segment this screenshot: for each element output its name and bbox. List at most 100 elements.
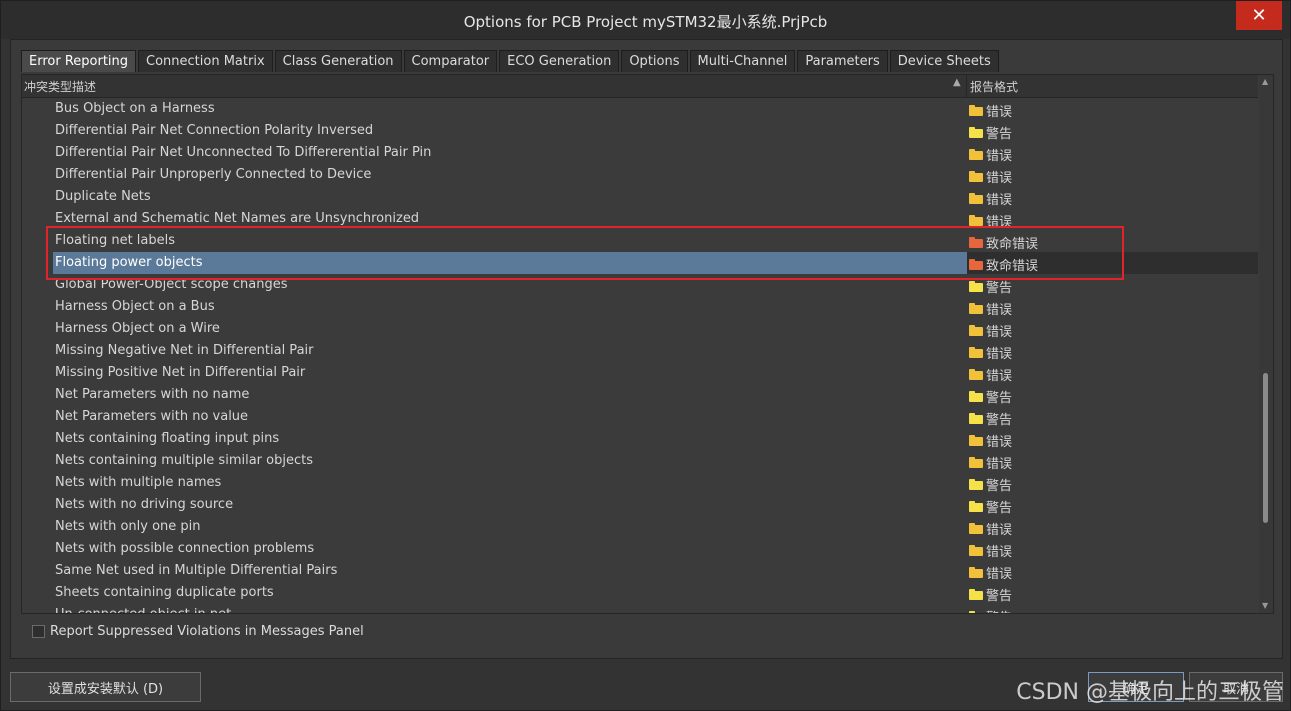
report-mode-label: 错误	[986, 325, 1013, 340]
violation-type-name: Harness Object on a Bus	[55, 299, 215, 314]
report-mode-cell[interactable]: 警告	[969, 585, 1012, 604]
table-row[interactable]: Net Parameters with no value 警告	[22, 406, 1258, 428]
report-mode-cell[interactable]: 错误	[969, 299, 1012, 318]
report-mode-cell[interactable]: 错误	[969, 431, 1012, 450]
table-row[interactable]: Harness Object on a Wire 错误	[22, 318, 1258, 340]
folder-icon	[969, 545, 983, 556]
scrollbar-thumb[interactable]	[1263, 373, 1268, 523]
table-row[interactable]: Net Parameters with no name 警告	[22, 384, 1258, 406]
close-button[interactable]: ✕	[1236, 1, 1282, 30]
report-mode-cell[interactable]: 错误	[969, 519, 1012, 538]
table-row[interactable]: Sheets containing duplicate ports 警告	[22, 582, 1258, 604]
report-mode-cell[interactable]: 警告	[969, 607, 1012, 613]
violation-type-name: External and Schematic Net Names are Uns…	[55, 211, 420, 226]
table-row[interactable]: Global Power-Object scope changes 警告	[22, 274, 1258, 296]
violation-type-name: Missing Negative Net in Differential Pai…	[55, 343, 314, 358]
report-mode-cell[interactable]: 错误	[969, 321, 1012, 340]
scroll-down-icon[interactable]: ▼	[1262, 601, 1268, 610]
table-row[interactable]: Same Net used in Multiple Differential P…	[22, 560, 1258, 582]
folder-icon	[969, 369, 983, 380]
folder-icon	[969, 237, 983, 248]
tab-multi-channel[interactable]: Multi-Channel	[689, 50, 796, 72]
report-mode-cell[interactable]: 错误	[969, 145, 1012, 164]
table-row[interactable]: Nets containing floating input pins 错误	[22, 428, 1258, 450]
report-suppressed-option[interactable]: Report Suppressed Violations in Messages…	[32, 624, 364, 639]
table-row[interactable]: Floating net labels 致命错误	[22, 230, 1258, 252]
report-suppressed-checkbox[interactable]	[32, 625, 45, 638]
tab-connection-matrix[interactable]: Connection Matrix	[138, 50, 273, 72]
grid-rows: Bus Object on a Harness 错误 Differential Pa…	[22, 98, 1258, 613]
report-mode-label: 警告	[986, 127, 1013, 142]
tab-error-reporting[interactable]: Error Reporting	[21, 50, 137, 72]
table-row[interactable]: Nets with possible connection problems 错误	[22, 538, 1258, 560]
report-mode-cell[interactable]: 错误	[969, 541, 1012, 560]
violation-type-name: Same Net used in Multiple Differential P…	[55, 563, 338, 578]
column-header-description[interactable]: 冲突类型描述	[24, 78, 96, 95]
report-mode-label: 警告	[986, 589, 1013, 604]
tab-panel: Error Reporting Connection Matrix Class Ge…	[10, 39, 1283, 659]
report-mode-label: 警告	[986, 391, 1013, 406]
report-mode-label: 警告	[986, 413, 1013, 428]
violation-type-name: Nets with multiple names	[55, 475, 222, 490]
table-row[interactable]: Floating power objects 致命错误	[22, 252, 1258, 274]
column-header-report-mode[interactable]: 报告格式	[970, 78, 1018, 95]
title-bar: Options for PCB Project mySTM32最小系统.PrjP…	[1, 1, 1290, 39]
table-row[interactable]: External and Schematic Net Names are Uns…	[22, 208, 1258, 230]
folder-icon	[969, 105, 983, 116]
vertical-scrollbar[interactable]: ▲ ▼	[1259, 75, 1273, 613]
report-mode-cell[interactable]: 错误	[969, 101, 1012, 120]
report-mode-cell[interactable]: 警告	[969, 277, 1012, 296]
table-row[interactable]: Differential Pair Net Connection Polarit…	[22, 120, 1258, 142]
report-mode-cell[interactable]: 错误	[969, 563, 1012, 582]
folder-icon	[969, 347, 983, 358]
report-mode-cell[interactable]: 错误	[969, 343, 1012, 362]
tab-comparator[interactable]: Comparator	[403, 50, 498, 72]
violation-type-name: Nets with possible connection problems	[55, 541, 315, 556]
violation-type-name: Duplicate Nets	[55, 189, 151, 204]
report-mode-cell[interactable]: 致命错误	[969, 255, 1038, 274]
folder-icon	[969, 413, 983, 424]
report-mode-cell[interactable]: 警告	[969, 387, 1012, 406]
table-row[interactable]: Bus Object on a Harness 错误	[22, 98, 1258, 120]
report-mode-cell[interactable]: 错误	[969, 453, 1012, 472]
report-mode-cell[interactable]: 警告	[969, 123, 1012, 142]
error-reporting-grid: 冲突类型描述 ▲ 报告格式 Bus Object on a Harness 错误 D…	[21, 74, 1274, 614]
report-mode-cell[interactable]: 错误	[969, 167, 1012, 186]
tab-device-sheets[interactable]: Device Sheets	[889, 50, 999, 72]
table-row[interactable]: Differential Pair Net Unconnected To Dif…	[22, 142, 1258, 164]
report-mode-label: 警告	[986, 607, 1012, 613]
tab-options[interactable]: Options	[621, 50, 688, 72]
tab-parameters[interactable]: Parameters	[797, 50, 888, 72]
scroll-up-icon[interactable]: ▲	[1262, 77, 1268, 86]
report-mode-cell[interactable]: 错误	[969, 189, 1012, 208]
report-mode-cell[interactable]: 警告	[969, 475, 1012, 494]
column-divider[interactable]	[966, 75, 967, 97]
table-row[interactable]: Missing Negative Net in Differential Pai…	[22, 340, 1258, 362]
table-row[interactable]: Differential Pair Unproperly Connected t…	[22, 164, 1258, 186]
report-mode-cell[interactable]: 致命错误	[969, 233, 1038, 252]
report-mode-cell[interactable]: 错误	[969, 365, 1012, 384]
folder-icon	[969, 303, 983, 314]
table-row[interactable]: Un-connected object in net 警告	[22, 604, 1258, 613]
table-row[interactable]: Missing Positive Net in Differential Pai…	[22, 362, 1258, 384]
table-row[interactable]: Harness Object on a Bus 错误	[22, 296, 1258, 318]
violation-type-name: Net Parameters with no value	[55, 409, 249, 424]
folder-icon	[969, 127, 983, 138]
tab-class-generation[interactable]: Class Generation	[274, 50, 402, 72]
folder-icon	[969, 215, 983, 226]
table-row[interactable]: Nets containing multiple similar objects…	[22, 450, 1258, 472]
sort-ascending-icon: ▲	[953, 77, 961, 88]
report-mode-cell[interactable]: 警告	[969, 409, 1012, 428]
report-mode-cell[interactable]: 警告	[969, 497, 1012, 516]
report-mode-label: 警告	[986, 501, 1013, 516]
table-row[interactable]: Nets with only one pin 错误	[22, 516, 1258, 538]
report-mode-cell[interactable]: 错误	[969, 211, 1012, 230]
violation-type-name: Harness Object on a Wire	[55, 321, 220, 336]
table-row[interactable]: Duplicate Nets 错误	[22, 186, 1258, 208]
violation-type-name: Floating net labels	[55, 233, 176, 248]
tab-eco-generation[interactable]: ECO Generation	[499, 50, 620, 72]
table-row[interactable]: Nets with no driving source 警告	[22, 494, 1258, 516]
set-default-button[interactable]: 设置成安装默认 (D)	[10, 672, 201, 702]
report-mode-label: 错误	[986, 567, 1013, 582]
table-row[interactable]: Nets with multiple names 警告	[22, 472, 1258, 494]
